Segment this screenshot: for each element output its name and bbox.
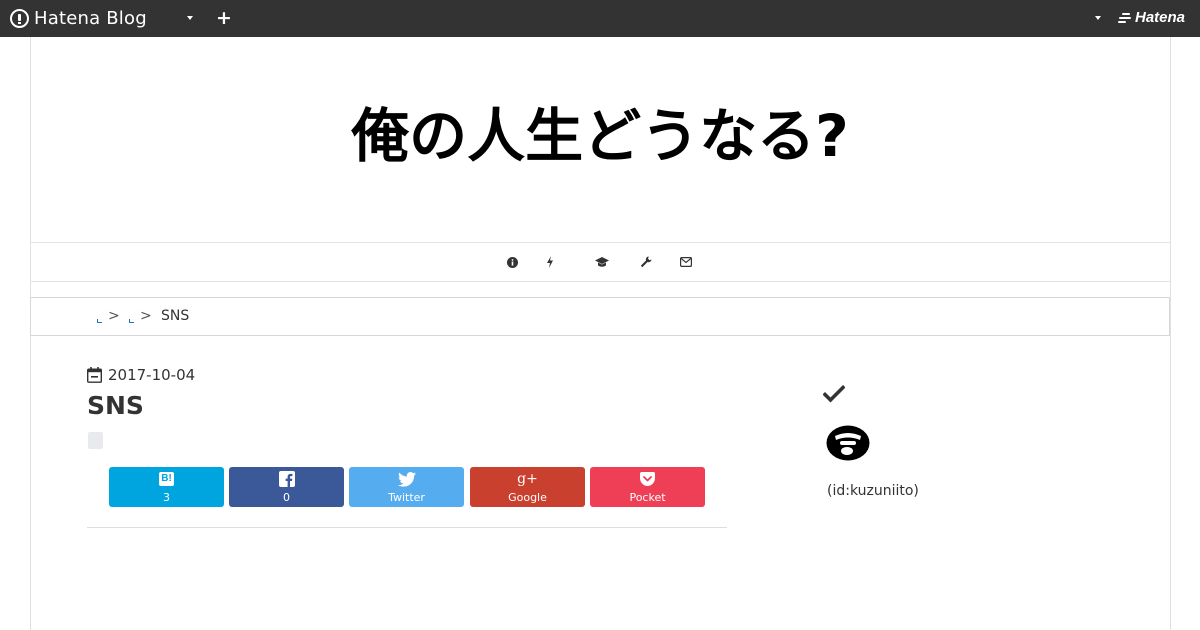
facebook-share-button[interactable]: 0 (229, 467, 344, 507)
entry-date-text: 2017-10-04 (108, 366, 196, 384)
hatena-blog-logo-icon (10, 8, 29, 28)
entry-category-placeholder (88, 432, 103, 449)
info-icon[interactable] (505, 255, 519, 269)
graduation-cap-icon[interactable] (595, 255, 609, 269)
hatena-bookmark-icon: B! (159, 472, 174, 486)
global-nav (30, 242, 1170, 282)
hatena-bookmark-share-button[interactable]: B! 3 (109, 467, 224, 507)
hatena-logo-text: Hatena (1135, 9, 1186, 26)
pocket-share-button[interactable]: Pocket (590, 467, 705, 507)
entry-divider (87, 527, 727, 528)
breadcrumb-separator: > (108, 308, 120, 324)
breadcrumb-link-home[interactable] (97, 319, 102, 323)
new-post-plus-icon[interactable]: + (216, 6, 232, 30)
user-menu-caret-icon[interactable] (1095, 16, 1101, 20)
author-id[interactable]: (id:kuzuniito) (827, 482, 919, 500)
hatena-bookmark-count: 3 (163, 491, 170, 504)
envelope-icon[interactable] (679, 255, 693, 269)
hatena-blog-logo-text: Hatena Blog (34, 7, 147, 29)
pocket-share-label: Pocket (629, 491, 666, 504)
bolt-icon[interactable] (543, 255, 557, 269)
twitter-share-button[interactable]: Twitter (349, 467, 464, 507)
twitter-share-label: Twitter (388, 491, 425, 504)
google-plus-share-label: Google (508, 491, 547, 504)
google-plus-icon: g+ (517, 471, 538, 487)
blog-menu-caret-icon[interactable] (187, 16, 193, 20)
top-bar: Hatena Blog + Hatena (0, 0, 1200, 37)
hatena-logo[interactable]: Hatena (1118, 9, 1185, 26)
breadcrumb: > > SNS (30, 297, 1170, 336)
twitter-bird-icon (349, 470, 464, 488)
blog-title[interactable]: 俺の人生どうなる? (0, 98, 1200, 174)
breadcrumb-current: SNS (161, 308, 190, 324)
entry-title[interactable]: SNS (87, 390, 144, 422)
entry-date[interactable]: 2017-10-04 (87, 365, 195, 385)
google-plus-share-button[interactable]: g+ Google (470, 467, 585, 507)
wrench-icon[interactable] (639, 255, 653, 269)
breadcrumb-link-archive[interactable] (129, 319, 134, 323)
hatena-logo-icon (1118, 12, 1132, 24)
facebook-icon (229, 470, 344, 488)
pocket-icon (590, 470, 705, 488)
calendar-icon (87, 367, 102, 383)
breadcrumb-separator: > (140, 308, 152, 324)
avatar[interactable] (826, 425, 870, 461)
facebook-share-count: 0 (283, 491, 290, 504)
hatena-blog-logo[interactable]: Hatena Blog (10, 7, 147, 29)
checkmark-icon (822, 384, 846, 403)
